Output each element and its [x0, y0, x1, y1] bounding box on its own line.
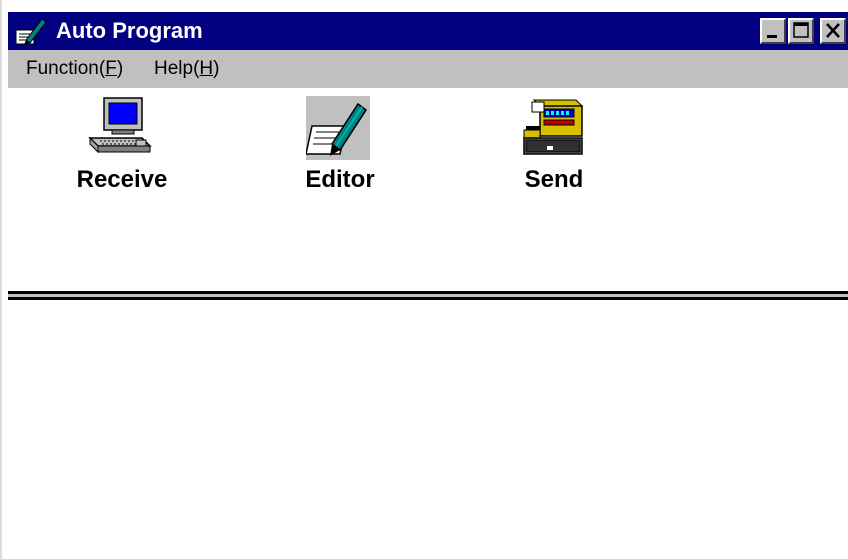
editor-tool[interactable]: Editor: [270, 96, 410, 206]
menu-help[interactable]: Help(H): [154, 58, 219, 80]
pen-notepad-icon: [306, 96, 370, 160]
tool-pane: Receive Editor Send: [8, 88, 848, 291]
computer-terminal-icon: [88, 97, 152, 154]
minimize-button[interactable]: [760, 18, 786, 44]
menu-function-hotkey: F: [105, 58, 117, 79]
window-title: Auto Program: [56, 18, 203, 43]
menu-help-label: Help(: [154, 58, 200, 79]
splitter-line-bottom: [8, 297, 848, 300]
close-icon: [826, 23, 840, 38]
title-bar[interactable]: Auto Program: [8, 12, 848, 50]
app-pen-icon: [15, 18, 47, 45]
menu-function-label: Function(: [26, 58, 106, 79]
app-window: Auto Program Function(F) Help(H) Receive…: [0, 0, 848, 559]
minimize-icon: [767, 35, 777, 38]
menu-function[interactable]: Function(F): [26, 58, 123, 80]
send-label: Send: [524, 166, 584, 193]
menu-bar: Function(F) Help(H): [8, 50, 848, 88]
receive-label: Receive: [76, 166, 168, 193]
menu-function-close: ): [116, 58, 124, 79]
close-button[interactable]: [820, 18, 846, 44]
menu-help-close: ): [213, 58, 220, 79]
cash-register-icon: [523, 99, 584, 155]
editor-label: Editor: [305, 166, 375, 193]
send-tool[interactable]: Send: [484, 96, 624, 206]
receive-tool[interactable]: Receive: [52, 96, 192, 206]
output-pane[interactable]: [8, 303, 848, 559]
maximize-icon: [793, 22, 809, 38]
menu-help-hotkey: H: [199, 58, 214, 79]
maximize-button[interactable]: [788, 18, 814, 44]
pane-splitter[interactable]: [8, 291, 848, 303]
